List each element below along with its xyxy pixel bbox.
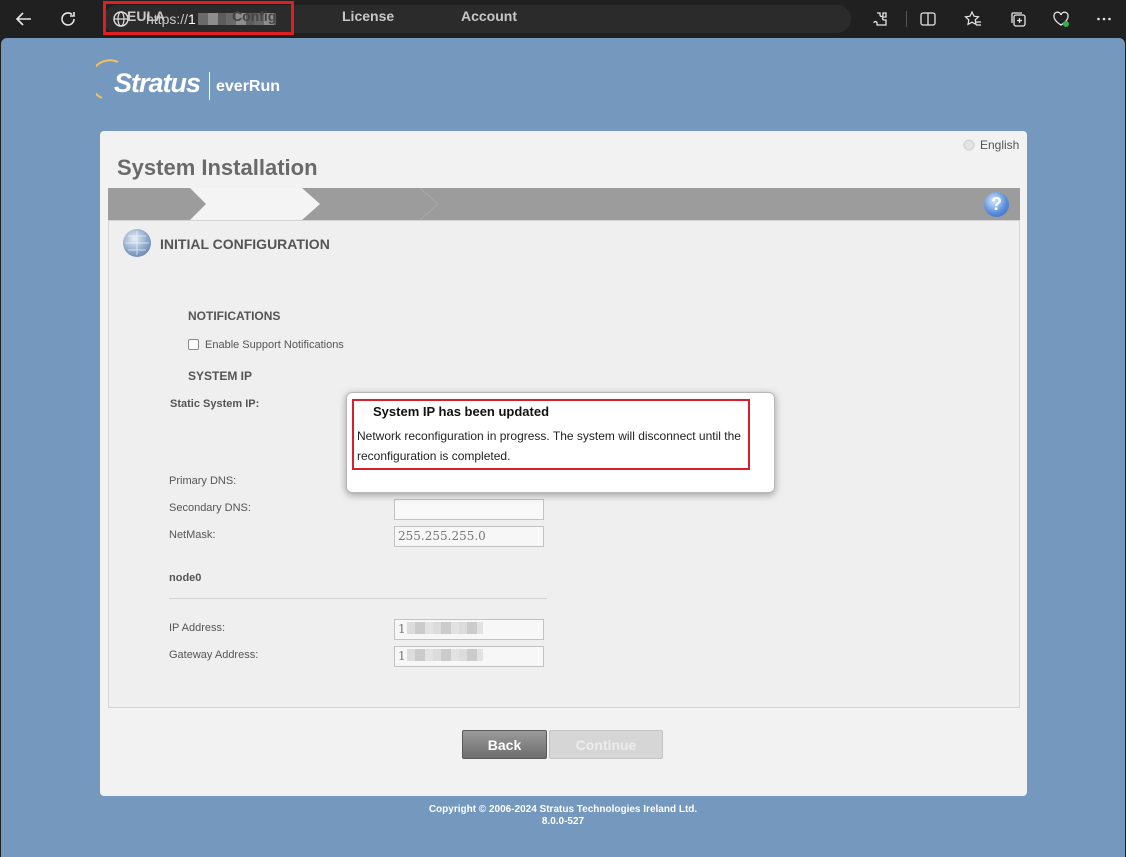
language-globe-icon [963, 139, 975, 151]
back-arrow-icon[interactable] [4, 0, 44, 38]
node-heading: node0 [169, 572, 202, 584]
ip-address-input[interactable]: 1 [394, 619, 544, 640]
secondary-dns-label: Secondary DNS: [169, 502, 251, 514]
browser-essentials-icon[interactable] [1041, 0, 1081, 38]
continue-button[interactable]: Continue [549, 730, 663, 759]
step-eula: EULA [127, 8, 166, 24]
page-title: System Installation [117, 155, 318, 180]
more-icon[interactable] [1084, 0, 1124, 38]
version-text: 8.0.0-527 [541, 816, 585, 827]
notifications-heading: NOTIFICATIONS [188, 309, 281, 323]
help-icon[interactable]: ? [984, 192, 1009, 217]
step-config: Config [232, 8, 277, 24]
language-selector[interactable]: English [980, 138, 1019, 152]
gateway-label: Gateway Address: [169, 649, 259, 661]
dialog-title: System IP has been updated [373, 404, 550, 419]
system-ip-heading: SYSTEM IP [188, 369, 253, 383]
footer: Copyright © 2006-2024 Stratus Technologi… [0, 804, 1126, 828]
secondary-dns-input[interactable] [394, 499, 544, 520]
redacted-gateway [406, 649, 483, 661]
refresh-icon[interactable] [48, 0, 88, 38]
static-ip-label: Static System IP: [170, 398, 260, 410]
divider [169, 598, 547, 599]
copyright-text: Copyright © 2006-2024 Stratus Technologi… [428, 804, 698, 815]
ip-address-label: IP Address: [169, 622, 226, 634]
stratus-logo: Stratus everRun [96, 58, 296, 108]
toolbar-divider [906, 11, 907, 27]
extensions-icon[interactable] [860, 0, 900, 38]
redacted-ip [406, 622, 483, 634]
logo-divider [209, 72, 210, 100]
gateway-value: 1 [398, 649, 406, 663]
active-step-chevron [190, 188, 320, 220]
favorites-icon[interactable] [953, 0, 993, 38]
collections-icon[interactable] [998, 0, 1038, 38]
split-screen-icon[interactable] [908, 0, 948, 38]
browser-toolbar: https://1 [0, 0, 1126, 38]
primary-dns-label: Primary DNS: [169, 475, 237, 487]
brand-name: Stratus [114, 68, 201, 98]
step-account: Account [461, 8, 517, 24]
step-license: License [342, 8, 395, 24]
ip-address-value: 1 [398, 622, 406, 636]
netmask-label: NetMask: [169, 529, 216, 541]
gateway-input[interactable]: 1 [394, 646, 544, 667]
product-name: everRun [216, 78, 281, 95]
step-separator [419, 188, 439, 220]
netmask-input[interactable]: 255.255.255.0 [394, 526, 544, 547]
dialog-message: Network reconfiguration in progress. The… [357, 429, 741, 463]
section-title: INITIAL CONFIGURATION [160, 236, 330, 252]
enable-support-checkbox[interactable] [188, 339, 199, 350]
enable-support-label: Enable Support Notifications [205, 339, 344, 351]
network-globe-icon [123, 229, 151, 257]
back-button[interactable]: Back [462, 730, 547, 759]
